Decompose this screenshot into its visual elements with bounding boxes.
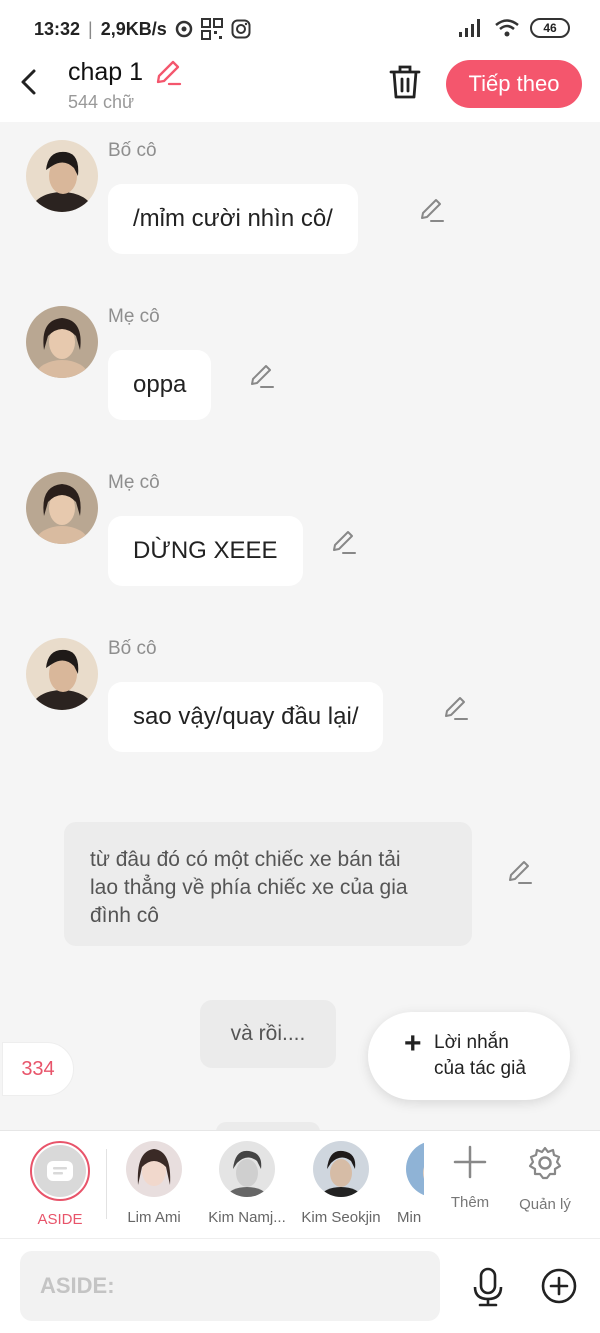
author-note-button[interactable]: + Lời nhắn của tác giả [368,1012,570,1100]
chat-area[interactable]: Bố cô /mỉm cười nhìn cô/ Mẹ cô oppa Mẹ c… [0,122,600,1130]
status-network-speed: 2,9KB/s [100,18,167,39]
status-right: 46 [458,18,570,38]
narration-line: lao thẳng về phía chiếc xe của gia [90,876,408,899]
avatar[interactable] [26,140,98,212]
avatar[interactable] [26,306,98,378]
character-kim-seokjin[interactable]: Kim Seokjin [296,1141,386,1226]
avatar [126,1141,182,1197]
character-name: ASIDE [37,1211,83,1228]
character-name: Kim Namj... [208,1209,286,1226]
character-name: Min [397,1209,422,1226]
voice-input-button[interactable] [470,1267,506,1307]
narration-bubble[interactable]: từ đâu đó có một chiếc xe bán tải lao th… [64,822,472,946]
father-avatar-image [26,140,98,212]
character-kim-namjoon[interactable]: Kim Namj... [202,1141,292,1226]
chapter-title: chap 1 [68,58,144,86]
chevron-left-icon [21,69,36,95]
message-bubble[interactable]: oppa [108,350,212,420]
comment-count-badge[interactable]: 334 [2,1042,74,1096]
avatar[interactable] [26,638,98,710]
author-note-label-line1: Lời nhắn [434,1032,509,1053]
trash-icon [389,65,421,99]
partial-bubble [216,1122,320,1130]
avatar [219,1141,275,1197]
manage-label: Quản lý [519,1196,571,1213]
edit-title-icon[interactable] [154,58,182,86]
plus-icon: + [404,1027,422,1060]
avatar [313,1141,369,1197]
character-selector: ASIDE Lim Ami Kim Namj... Kim Seokjin Mi… [0,1130,600,1238]
edit-message-icon[interactable] [248,362,276,390]
gear-icon [528,1146,562,1180]
edit-message-icon[interactable] [442,694,470,722]
qr-code-icon [200,18,223,40]
avatar [406,1141,424,1197]
sender-name: Bố cô [108,140,157,161]
sender-name: Mẹ cô [108,306,160,327]
chapter-header: chap 1 544 chữ Tiếp theo [0,56,600,122]
narration-line: đình cô [90,904,159,927]
mother-avatar-image [26,472,98,544]
character-name: Kim Seokjin [301,1209,381,1226]
edit-message-icon[interactable] [418,196,446,224]
manage-button[interactable]: Quản lý [510,1145,580,1213]
signal-icon [459,19,480,37]
add-content-button[interactable] [540,1267,578,1305]
message-bubble[interactable]: sao vậy/quay đầu lại/ [108,682,384,752]
next-button[interactable]: Tiếp theo [446,60,582,108]
plus-icon [453,1145,487,1179]
father-avatar-image [26,638,98,710]
wifi-icon [495,19,519,37]
character-aside[interactable]: ASIDE [15,1141,105,1228]
character-lim-ami[interactable]: Lim Ami [109,1141,199,1226]
edit-narration-icon[interactable] [506,858,534,886]
sender-name: Bố cô [108,638,157,659]
status-time: 13:32 [34,18,81,39]
instagram-icon [231,19,251,39]
status-bar: 13:32 | 2,9KB/s 46 [0,0,600,56]
back-button[interactable] [14,64,42,100]
aside-icon [47,1161,73,1181]
message-bubble[interactable]: DỪNG XEEE [108,516,303,586]
data-saver-icon [175,20,193,38]
author-note-label-line2: của tác giả [434,1058,526,1079]
compose-bar [0,1238,600,1333]
delete-button[interactable] [388,64,422,102]
narration-bubble-short[interactable]: và rồi.... [200,1000,336,1068]
narration-line: từ đâu đó có một chiếc xe bán tải [90,848,401,871]
aside-avatar [30,1141,90,1201]
add-character-button[interactable]: Thêm [435,1145,505,1211]
character-min[interactable]: Min [384,1141,424,1226]
battery-indicator: 46 [530,18,570,38]
avatar[interactable] [26,472,98,544]
status-left: 13:32 | 2,9KB/s [34,18,251,40]
add-label: Thêm [450,1194,490,1211]
microphone-icon [473,1267,503,1307]
plus-circle-icon [541,1268,577,1304]
mother-avatar-image [26,306,98,378]
word-count: 544 chữ [68,92,135,112]
character-name: Lim Ami [127,1209,181,1226]
divider [106,1149,107,1219]
edit-message-icon[interactable] [330,528,358,556]
sender-name: Mẹ cô [108,472,160,493]
message-bubble[interactable]: /mỉm cười nhìn cô/ [108,184,358,254]
message-input[interactable] [20,1251,440,1321]
